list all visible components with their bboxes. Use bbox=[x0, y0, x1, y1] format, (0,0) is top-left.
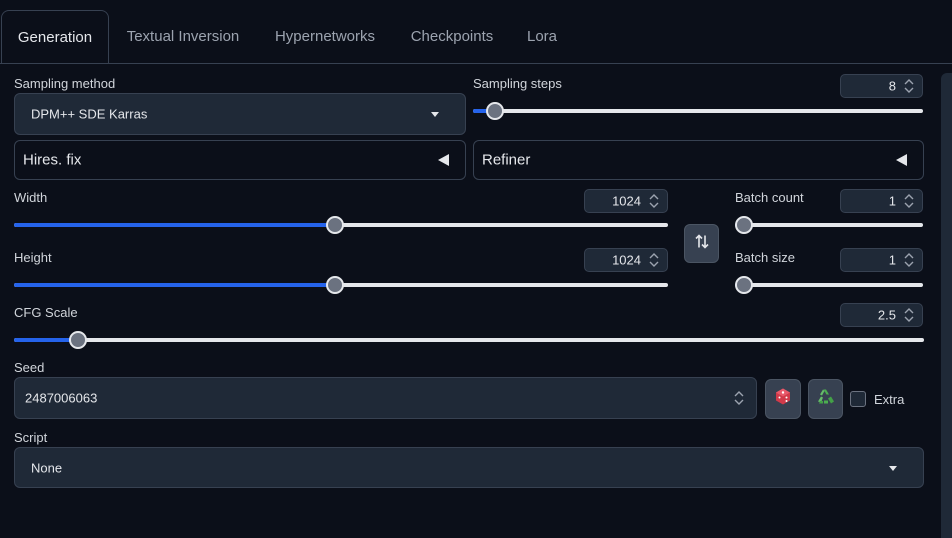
stepper-arrows-icon[interactable] bbox=[902, 193, 916, 209]
height-label: Height bbox=[14, 250, 52, 265]
width-value: 1024 bbox=[612, 193, 641, 209]
generation-panel: Generation Textual Inversion Hypernetwor… bbox=[0, 0, 952, 538]
slider-thumb[interactable] bbox=[325, 276, 344, 294]
script-label: Script bbox=[14, 430, 48, 445]
seed-value: 2487006063 bbox=[25, 390, 98, 406]
sampling-method-value: DPM++ SDE Karras bbox=[31, 106, 148, 122]
slider-track bbox=[473, 109, 923, 113]
batch-count-input[interactable]: 1 bbox=[840, 189, 923, 213]
batch-count-slider[interactable] bbox=[735, 215, 923, 235]
slider-fill bbox=[14, 223, 335, 227]
height-value: 1024 bbox=[612, 252, 641, 268]
slider-track bbox=[735, 283, 923, 287]
tab-lora[interactable]: Lora bbox=[518, 10, 566, 64]
batch-size-input[interactable]: 1 bbox=[840, 248, 923, 272]
chevron-down-icon bbox=[431, 112, 439, 117]
sampling-steps-slider[interactable] bbox=[473, 101, 923, 121]
sampling-method-dropdown[interactable]: DPM++ SDE Karras bbox=[14, 93, 466, 135]
stepper-arrows-icon[interactable] bbox=[902, 252, 916, 268]
tab-divider bbox=[0, 63, 952, 64]
chevron-down-icon bbox=[889, 465, 897, 471]
hires-fix-accordion[interactable]: Hires. fix bbox=[14, 140, 466, 180]
dice-icon bbox=[774, 388, 792, 411]
tab-hypernetworks[interactable]: Hypernetworks bbox=[264, 10, 386, 64]
slider-thumb[interactable] bbox=[735, 216, 753, 234]
slider-thumb[interactable] bbox=[69, 331, 88, 349]
batch-count-value: 1 bbox=[888, 193, 896, 209]
sampling-steps-label: Sampling steps bbox=[473, 76, 562, 91]
seed-label: Seed bbox=[14, 360, 45, 375]
slider-thumb[interactable] bbox=[325, 216, 344, 234]
slider-track bbox=[14, 338, 924, 342]
refiner-label: Refiner bbox=[482, 151, 531, 169]
tab-generation[interactable]: Generation bbox=[1, 10, 109, 64]
cfg-scale-value: 2.5 bbox=[877, 307, 896, 323]
stepper-arrows-icon[interactable] bbox=[647, 252, 661, 268]
cfg-scale-slider[interactable] bbox=[14, 330, 924, 350]
tab-textual-inversion[interactable]: Textual Inversion bbox=[116, 10, 250, 64]
sampling-steps-input[interactable]: 8 bbox=[840, 74, 923, 98]
random-seed-button[interactable] bbox=[765, 379, 801, 419]
width-label: Width bbox=[14, 190, 48, 205]
script-dropdown[interactable]: None bbox=[14, 447, 924, 488]
extra-checkbox[interactable] bbox=[850, 391, 866, 407]
stepper-arrows-icon[interactable] bbox=[647, 193, 661, 209]
recycle-icon bbox=[816, 388, 836, 411]
seed-input[interactable]: 2487006063 bbox=[14, 377, 757, 419]
height-input[interactable]: 1024 bbox=[584, 248, 668, 272]
triangle-left-icon bbox=[438, 154, 449, 166]
stepper-arrows-icon[interactable] bbox=[732, 390, 746, 406]
width-slider[interactable] bbox=[14, 215, 668, 235]
cfg-scale-input[interactable]: 2.5 bbox=[840, 303, 923, 327]
scrollbar[interactable] bbox=[941, 73, 952, 538]
swap-dimensions-button[interactable] bbox=[684, 224, 719, 263]
width-input[interactable]: 1024 bbox=[584, 189, 668, 213]
slider-fill bbox=[14, 283, 335, 287]
script-value: None bbox=[31, 460, 63, 475]
slider-thumb[interactable] bbox=[735, 276, 753, 294]
batch-size-value: 1 bbox=[888, 252, 896, 268]
hires-fix-label: Hires. fix bbox=[23, 151, 82, 169]
sampling-method-label: Sampling method bbox=[14, 76, 116, 91]
swap-dimensions-icon bbox=[694, 233, 709, 254]
cfg-scale-label: CFG Scale bbox=[14, 305, 78, 320]
stepper-arrows-icon[interactable] bbox=[902, 78, 916, 94]
batch-size-slider[interactable] bbox=[735, 275, 923, 295]
reuse-seed-button[interactable] bbox=[808, 379, 843, 419]
extra-label: Extra bbox=[874, 392, 905, 407]
triangle-left-icon bbox=[896, 154, 907, 166]
refiner-accordion[interactable]: Refiner bbox=[473, 140, 924, 180]
tab-checkpoints[interactable]: Checkpoints bbox=[400, 10, 504, 64]
batch-count-label: Batch count bbox=[735, 190, 804, 205]
sampling-steps-value: 8 bbox=[888, 78, 896, 94]
height-slider[interactable] bbox=[14, 275, 668, 295]
stepper-arrows-icon[interactable] bbox=[902, 307, 916, 323]
tab-bar: Generation Textual Inversion Hypernetwor… bbox=[0, 0, 952, 64]
slider-thumb[interactable] bbox=[485, 102, 504, 120]
slider-track bbox=[735, 223, 923, 227]
batch-size-label: Batch size bbox=[735, 250, 795, 265]
